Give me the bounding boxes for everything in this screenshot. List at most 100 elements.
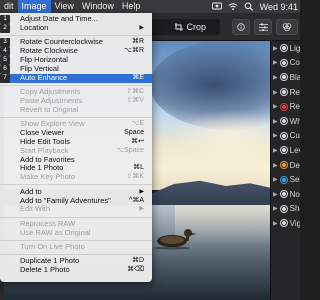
menu-item-shortcut: ⇧⌘C [126,87,144,95]
screen-record-icon[interactable] [211,2,222,11]
menu-item-turn-on-live-photo: Turn On Live Photo [0,241,152,252]
menu-item-label: Make Key Photo [20,172,76,182]
adjust-sidebar: ▶ Light ▶ Color ▶ Black ▶ Retouch ▶ Red-eye ▶ White… [270,41,300,300]
adjust-item-label: Light [289,43,300,53]
menu-item-number-badge: 2 [0,23,10,33]
red-eye-icon [279,102,288,111]
adjust-item-color[interactable]: ▶ Color [271,56,300,71]
menu-item-shortcut: ⌘↩ [131,137,144,145]
adjust-item-label: Retouch [289,87,300,97]
adjust-item-label: White [289,116,300,126]
curves-icon [279,131,288,140]
disclosure-triangle-icon[interactable]: ▶ [273,162,278,169]
menu-item-number-badge: 7 [0,73,10,83]
adjust-item-definition[interactable]: ▶ Definition [271,158,300,173]
disclosure-triangle-icon[interactable]: ▶ [273,103,278,110]
adjust-item-sharpen[interactable]: ▶ Sharpen [271,202,300,217]
menu-item-label: Turn On Live Photo [20,241,85,251]
menu-item-shortcut: ^⌘A [129,196,144,204]
menu-image[interactable]: Image [17,0,51,13]
menu-edit[interactable]: dit [0,0,18,13]
info-icon [237,23,245,31]
sun-icon [279,44,288,53]
disclosure-triangle-icon[interactable]: ▶ [273,176,278,183]
menu-separator [0,34,152,36]
vignette-icon [279,219,288,228]
menu-item-label: Edit With [20,204,51,214]
menu-item-shortcut: ⌥⌘R [123,47,144,55]
menu-view[interactable]: View [51,0,78,13]
menu-help[interactable]: Help [118,0,145,13]
adjust-item-retouch[interactable]: ▶ Retouch [271,85,300,100]
adjust-item-vignette[interactable]: ▶ Vignette [271,216,300,231]
menu-item-number-badge: 5 [0,55,10,65]
submenu-arrow-icon: ▶ [139,24,144,31]
filters-button[interactable] [276,19,298,35]
menu-item-number-badge: 6 [0,64,10,74]
adjust-button[interactable] [254,19,272,35]
menu-item-location[interactable]: 2 Location ▶ [0,22,152,33]
menu-item-number-badge: 3 [0,38,10,48]
black-white-icon [279,73,288,82]
adjust-item-red-eye[interactable]: ▶ Red-eye [271,99,300,114]
menu-window[interactable]: Window [78,0,118,13]
crop-button[interactable]: Crop [150,19,220,35]
menubar-clock[interactable]: Wed 9:41 [260,2,298,12]
submenu-arrow-icon: ▶ [139,188,144,195]
adjust-item-label: Color [289,58,300,68]
menu-item-auto-enhance[interactable]: 7 Auto Enhance ⌘E [0,73,152,83]
disclosure-triangle-icon[interactable]: ▶ [273,45,278,52]
info-button[interactable] [232,19,250,35]
adjust-item-light[interactable]: ▶ Light [271,41,300,56]
selective-color-icon [279,175,288,184]
white-balance-icon [279,117,288,126]
disclosure-triangle-icon[interactable]: ▶ [273,59,278,66]
menu-item-number-badge: 1 [0,15,10,24]
crop-icon [175,23,184,31]
menu-item-shortcut: ⌥E [131,120,144,128]
levels-icon [279,146,288,155]
disclosure-triangle-icon[interactable]: ▶ [273,220,278,227]
sharpen-icon [279,204,288,213]
definition-icon [279,161,288,170]
menubar: dit Image View Window Help Wed 9:41 [0,0,300,13]
adjust-item-label: Sharpen [289,204,300,214]
adjust-item-label: Noise [289,189,300,199]
adjust-item-label: Red-eye [289,102,300,112]
spotlight-search-icon[interactable] [244,2,254,11]
adjust-item-white[interactable]: ▶ White [271,114,300,129]
disclosure-triangle-icon[interactable]: ▶ [273,132,278,139]
menu-item-shortcut: ⌘E [132,73,144,81]
menu-separator [0,216,152,218]
menu-item-delete-1-photo[interactable]: Delete 1 Photo ⌘⌫ [0,265,152,275]
menu-item-label: Revert to Original [20,104,79,114]
adjust-item-selective[interactable]: ▶ Selective [271,172,300,187]
menu-item-label: Use RAW as Original [20,227,91,237]
menu-separator [0,84,152,86]
adjust-item-label: Curves [289,131,300,141]
adjust-item-levels[interactable]: ▶ Levels [271,143,300,158]
menubar-status: Wed 9:41 [211,2,300,12]
wifi-icon[interactable] [228,2,238,11]
menu-item-label: Delete 1 Photo [20,265,70,274]
adjust-item-curves[interactable]: ▶ Curves [271,129,300,144]
adjust-item-noise[interactable]: ▶ Noise [271,187,300,202]
menu-item-number-badge: 4 [0,47,10,56]
disclosure-triangle-icon[interactable]: ▶ [273,205,278,212]
disclosure-triangle-icon[interactable]: ▶ [273,74,278,81]
menu-item-revert-to-original: Revert to Original [0,104,152,115]
adjust-item-label: Vignette [289,218,300,228]
disclosure-triangle-icon[interactable]: ▶ [273,118,278,125]
submenu-arrow-icon: ▶ [139,206,144,213]
disclosure-triangle-icon[interactable]: ▶ [273,89,278,96]
menu-item-shortcut: ⌥Space [116,146,144,154]
adjust-item-black[interactable]: ▶ Black [271,70,300,85]
menu-item-label: Location [20,22,49,32]
noise-icon [279,190,288,199]
disclosure-triangle-icon[interactable]: ▶ [273,147,278,154]
menu-item-shortcut: ⌘⌫ [127,266,144,273]
menu-item-shortcut: ⇧⌘K [126,173,144,181]
menu-item-shortcut: Space [124,128,144,136]
disclosure-triangle-icon[interactable]: ▶ [273,191,278,198]
menu-separator [0,253,152,255]
